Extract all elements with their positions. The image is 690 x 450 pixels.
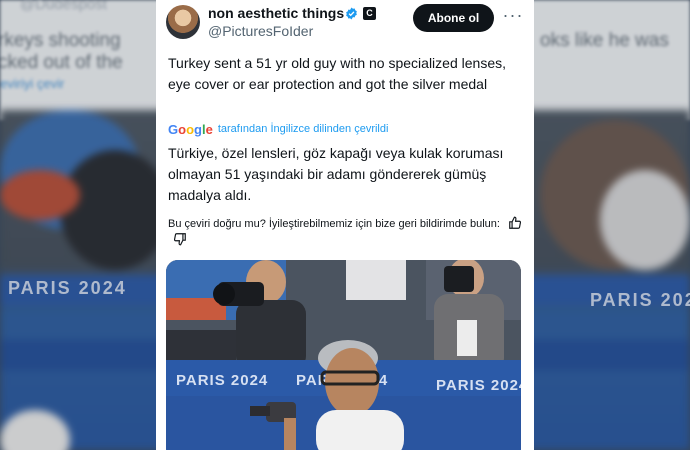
media-brand-text: PARIS 2024 <box>436 377 521 394</box>
translated-text: Türkiye, özel lensleri, göz kapağı veya … <box>168 145 504 203</box>
follow-button[interactable]: Abone ol <box>413 4 494 32</box>
author-name[interactable]: non aesthetic things <box>208 5 344 21</box>
author-handle[interactable]: @PicturesFoIder <box>208 23 313 39</box>
affiliate-badge-icon: C <box>363 7 376 20</box>
avatar[interactable] <box>166 5 200 39</box>
tweet-card: non aesthetic things C @PicturesFoIder A… <box>156 0 534 450</box>
media-brand-text: PARIS 2024 <box>176 372 268 389</box>
verified-badge-icon <box>346 7 357 20</box>
google-logo: Google <box>168 121 213 137</box>
feedback-prompt: Bu çeviri doğru mu? İyileştirebilmemiz i… <box>168 218 500 230</box>
tweet-media-photo[interactable]: PARIS 2024 PARIS 2024 PARIS 2024 <box>166 260 521 450</box>
more-horizontal-icon[interactable]: ··· <box>502 6 524 27</box>
thumbs-up-icon[interactable] <box>508 216 522 230</box>
translation-feedback: Bu çeviri doğru mu? İyileştirebilmemiz i… <box>168 216 526 248</box>
tweet-text: Turkey sent a 51 yr old guy with no spec… <box>168 55 506 92</box>
thumbs-down-icon[interactable] <box>173 232 187 246</box>
translation-attribution[interactable]: Google tarafından İngilizce dilinden çev… <box>168 121 388 137</box>
media-illustration: PARIS 2024 PARIS 2024 PARIS 2024 <box>166 260 521 450</box>
translation-note[interactable]: tarafından İngilizce dilinden çevrildi <box>218 123 389 135</box>
